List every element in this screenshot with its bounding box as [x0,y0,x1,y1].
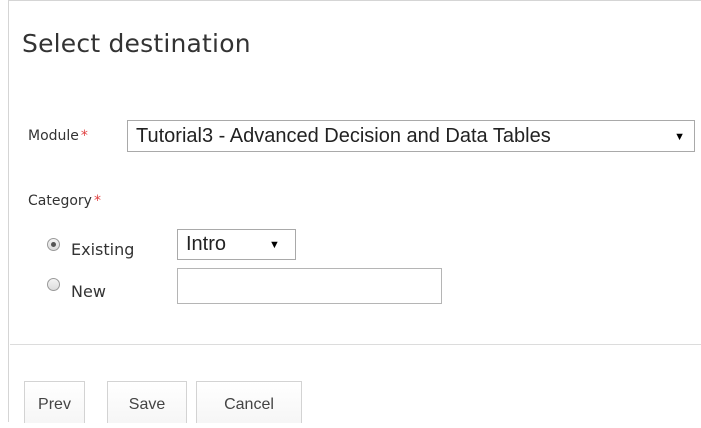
select-destination-dialog: Select destination Module * Tutorial3 - A… [8,0,701,423]
new-radio-label[interactable]: New [71,283,106,301]
dropdown-arrow-icon: ▼ [674,131,685,143]
prev-button[interactable]: Prev [24,381,85,423]
existing-category-select[interactable]: Intro ▼ [177,229,296,260]
required-asterisk: * [80,128,88,144]
new-radio[interactable] [47,278,60,291]
new-category-input[interactable] [177,268,442,304]
category-label: Category * [28,192,101,210]
module-label-text: Module [28,128,79,144]
category-label-text: Category [28,193,92,209]
module-label: Module * [28,127,88,145]
existing-radio[interactable] [47,238,60,251]
required-asterisk: * [93,193,101,209]
divider [10,344,701,345]
module-select-value: Tutorial3 - Advanced Decision and Data T… [136,125,551,147]
existing-radio-label[interactable]: Existing [71,241,134,259]
module-select[interactable]: Tutorial3 - Advanced Decision and Data T… [127,120,695,152]
cancel-button[interactable]: Cancel [196,381,302,423]
save-button[interactable]: Save [107,381,187,423]
existing-category-value: Intro [186,233,227,255]
dropdown-arrow-icon: ▼ [269,239,280,251]
dialog-title: Select destination [22,29,251,58]
